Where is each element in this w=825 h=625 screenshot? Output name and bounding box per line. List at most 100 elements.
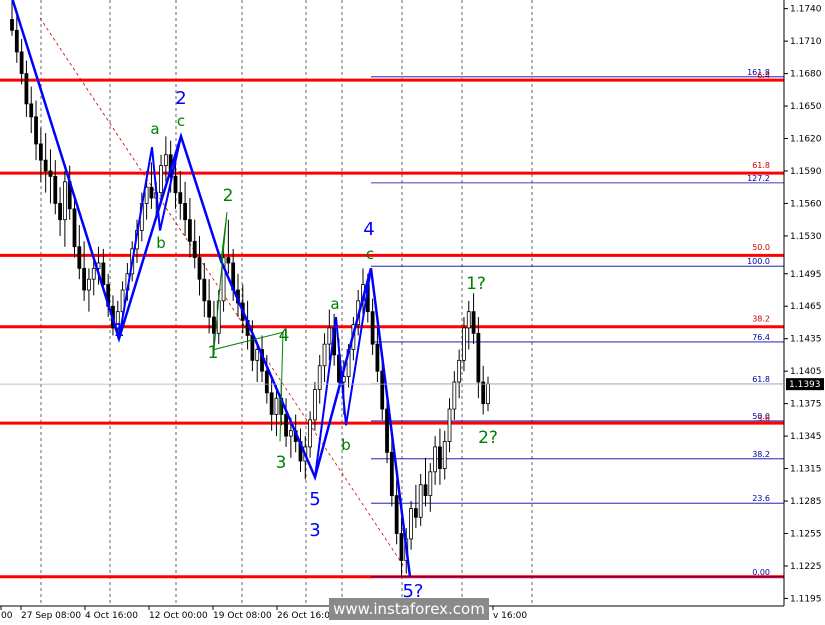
price-tick-label: 1.1465 [790, 302, 822, 312]
candle-body [476, 332, 481, 383]
fib-label: 127.2 [747, 174, 770, 183]
candle-body [423, 484, 428, 497]
candle-body [183, 203, 187, 221]
candle-body [226, 257, 231, 264]
candle-body [53, 175, 58, 204]
candle-body [10, 19, 14, 31]
candle-body [19, 51, 24, 74]
candle-body [322, 343, 327, 367]
candle-body [14, 29, 19, 53]
candle-body [82, 267, 87, 291]
time-tick-label: 12 Oct 00:00 [149, 611, 208, 621]
wave-label-minor: 3 [276, 453, 287, 473]
candle-body [202, 278, 207, 302]
candle-body [313, 389, 317, 421]
time-tick-label: 27 Sep 08:00 [21, 611, 81, 621]
wave-label-minor: c [177, 112, 185, 130]
candle-body [197, 257, 202, 280]
candle-body [269, 392, 274, 415]
wave-label-minor: 2? [478, 428, 498, 448]
price-tick-label: 1.1315 [790, 465, 822, 475]
fib-label: 38.2 [752, 315, 770, 324]
fib-label: 76.4 [752, 333, 770, 342]
candle-body [159, 165, 163, 194]
candle-body [442, 441, 447, 469]
current-price-label: 1.1393 [789, 380, 821, 390]
candle-body [62, 181, 67, 221]
candle-body [288, 430, 293, 437]
candle-body [72, 208, 77, 248]
candle-body [173, 175, 178, 194]
price-tick-label: 1.1195 [790, 594, 822, 604]
candle-body [212, 316, 216, 334]
candle-body [481, 381, 486, 405]
candle-body [380, 370, 385, 410]
candle-body [438, 446, 442, 469]
fib-label: 61.8 [752, 375, 770, 384]
candle-body [433, 446, 438, 473]
price-chart: 161.86.461.8127.250.0100.038.276.461.850… [0, 0, 825, 625]
price-tick-label: 1.1345 [790, 432, 822, 442]
candle-body [149, 186, 154, 199]
candle-body [428, 471, 433, 497]
wave-label-minor: 4 [279, 326, 290, 346]
time-tick-label: 00 [1, 611, 13, 621]
wave-label-primary: 4 [363, 219, 374, 240]
fib-label: 3.6 [757, 414, 770, 423]
wave-label-minor: c [366, 245, 374, 263]
price-tick-label: 1.1560 [790, 199, 822, 209]
wave-label-minor: 2 [223, 186, 234, 206]
candle-body [192, 240, 197, 258]
candle-body [375, 343, 380, 372]
price-tick-label: 1.1740 [790, 5, 822, 15]
wave-label-minor: a [150, 120, 159, 138]
candle-body [409, 508, 413, 540]
watermark: www.instaforex.com [329, 598, 489, 620]
wave-label-minor: b [341, 436, 351, 454]
candle-body [187, 219, 192, 242]
candle-body [317, 365, 322, 390]
price-tick-label: 1.1285 [790, 497, 822, 507]
fib-label: 23.6 [752, 494, 770, 503]
price-tick-label: 1.1255 [790, 529, 822, 539]
candle-body [274, 397, 279, 415]
candle-body [413, 508, 418, 518]
candle-body [486, 383, 490, 405]
wave-label-minor: 1? [466, 274, 486, 294]
price-tick-label: 1.1590 [790, 167, 822, 177]
fib-label: 0.00 [752, 568, 770, 577]
candle-body [34, 116, 38, 145]
candle-body [77, 246, 82, 269]
fib-label: 6.4 [757, 71, 770, 80]
wave-label-primary: 5 [309, 489, 320, 510]
candle-body [264, 370, 269, 394]
time-tick-label: 19 Oct 08:00 [213, 611, 272, 621]
fib-label: 100.0 [747, 257, 770, 266]
price-tick-label: 1.1375 [790, 400, 822, 410]
candle-body [38, 143, 43, 161]
candle-body [370, 311, 375, 345]
candle-body [399, 533, 404, 561]
candle-body [24, 73, 29, 105]
price-tick-label: 1.1405 [790, 367, 822, 377]
candle-body [418, 484, 423, 518]
price-tick-label: 1.1530 [790, 232, 822, 242]
candle-body [58, 203, 62, 221]
candle-body [471, 311, 476, 334]
candle-body [462, 327, 466, 361]
fib-label: 61.8 [752, 161, 770, 170]
candle-body [29, 103, 34, 118]
wave-label-primary: 2 [175, 88, 186, 109]
price-tick-label: 1.1710 [790, 37, 822, 47]
candle-body [385, 408, 389, 453]
wave-label-primary: 3 [309, 520, 320, 541]
candle-body [178, 192, 183, 204]
price-tick-label: 1.1435 [790, 335, 822, 345]
candle-body [207, 300, 212, 318]
candle-body [284, 414, 288, 437]
time-tick-label: 4 Oct 16:00 [85, 611, 138, 621]
price-tick-label: 1.1650 [790, 102, 822, 112]
wave-label-minor: 1 [208, 343, 219, 363]
candle-body [466, 311, 471, 329]
candle-body [457, 359, 462, 383]
